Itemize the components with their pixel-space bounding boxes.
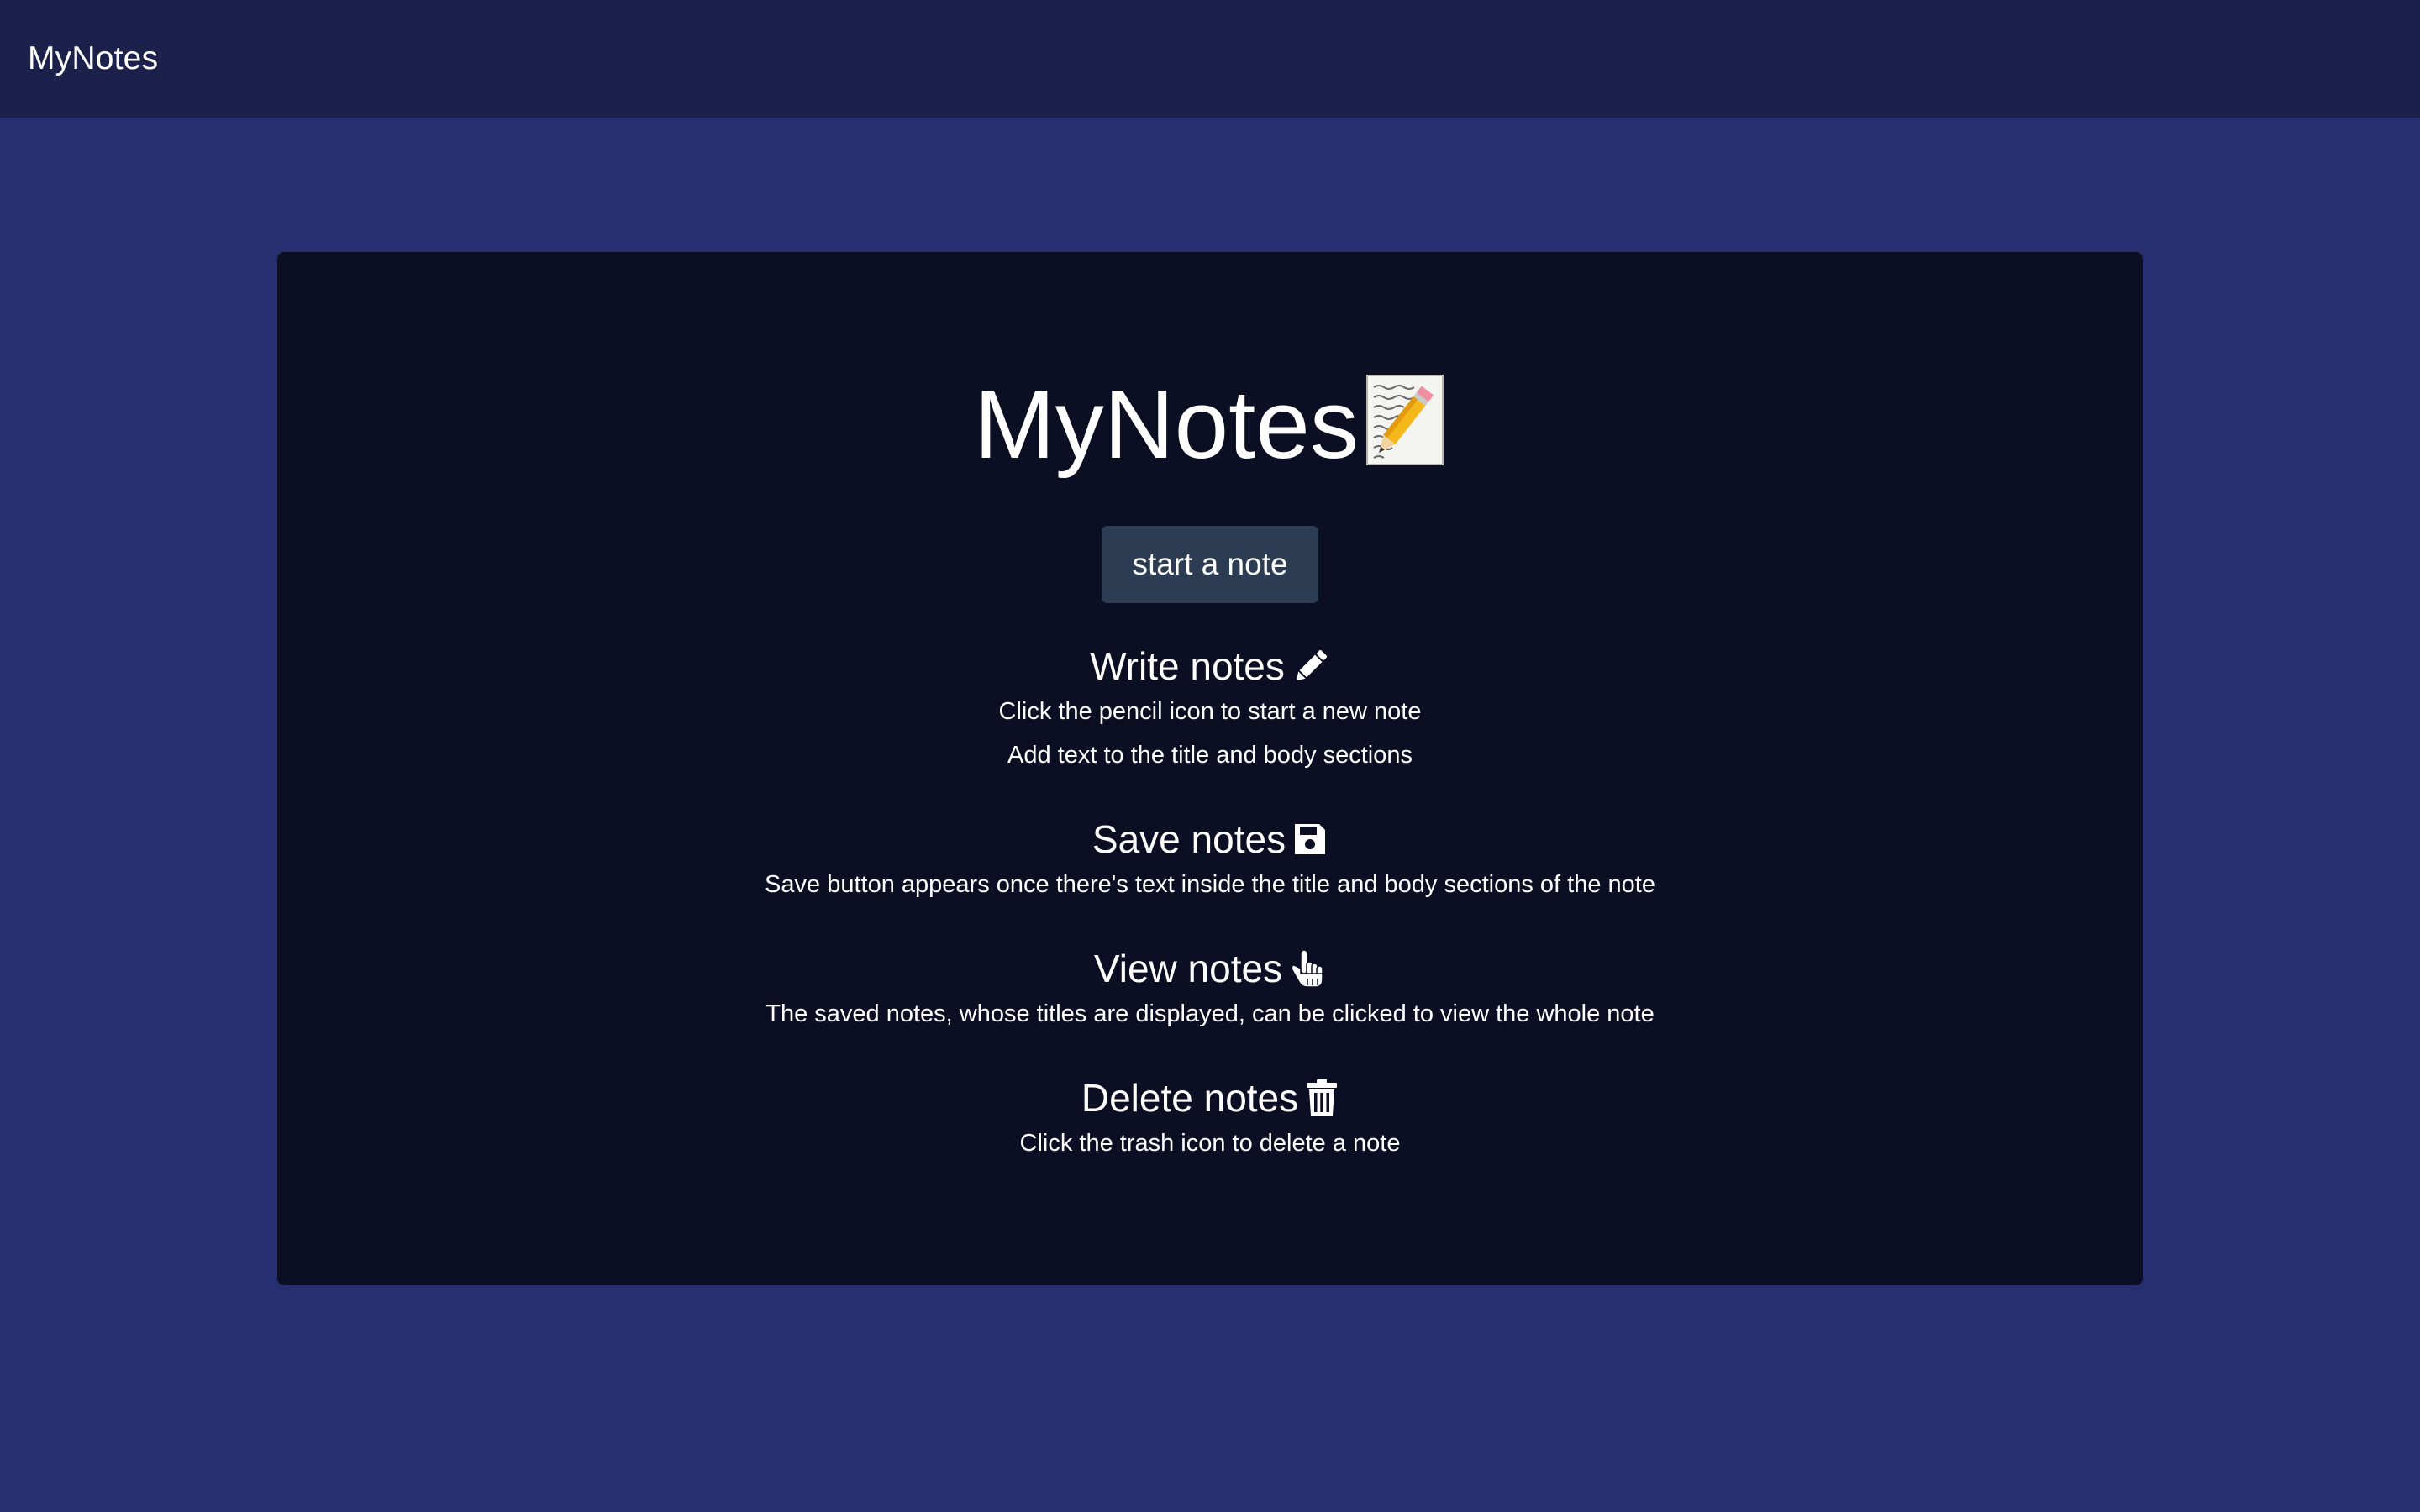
section-title: Write notes bbox=[1090, 644, 1285, 688]
section-title: View notes bbox=[1093, 947, 1283, 990]
view-notes-heading: View notes bbox=[277, 945, 2143, 992]
view-notes-line-1: The saved notes, whose titles are displa… bbox=[765, 1000, 1655, 1027]
save-notes-line-1: Save button appears once there's text in… bbox=[765, 871, 1655, 898]
navbar: MyNotes bbox=[0, 0, 2420, 118]
delete-notes-line-1: Click the trash icon to delete a note bbox=[1019, 1130, 1401, 1157]
view-notes-section: View notes The saved notes, whose titles… bbox=[277, 945, 2143, 1036]
save-notes-heading: Save notes bbox=[277, 816, 2143, 863]
write-notes-heading: Write notes bbox=[277, 643, 2143, 690]
memo-icon bbox=[1365, 374, 1446, 468]
save-notes-section: Save notes Save button appears once ther… bbox=[277, 816, 2143, 906]
navbar-brand[interactable]: MyNotes bbox=[28, 40, 158, 77]
write-notes-line-2: Add text to the title and body sections bbox=[1007, 742, 1413, 769]
section-title: Save notes bbox=[1092, 817, 1286, 861]
trash-icon bbox=[1305, 1079, 1339, 1117]
write-notes-section: Write notes Click the pencil icon to sta… bbox=[277, 643, 2143, 777]
write-notes-line-1: Click the pencil icon to start a new not… bbox=[998, 698, 1422, 725]
hero-heading: MyNotes bbox=[277, 361, 2143, 487]
floppy-disk-icon bbox=[1292, 822, 1328, 857]
start-note-button[interactable]: start a note bbox=[1102, 526, 1318, 603]
welcome-card: MyNotes start a note Write notes Click t… bbox=[277, 252, 2143, 1285]
pointing-hand-icon bbox=[1289, 948, 1326, 989]
hero-title: MyNotes bbox=[974, 370, 1359, 479]
pencil-icon bbox=[1292, 647, 1330, 685]
delete-notes-heading: Delete notes bbox=[277, 1074, 2143, 1121]
delete-notes-section: Delete notes Click the trash icon to del… bbox=[277, 1074, 2143, 1165]
section-title: Delete notes bbox=[1081, 1076, 1299, 1120]
